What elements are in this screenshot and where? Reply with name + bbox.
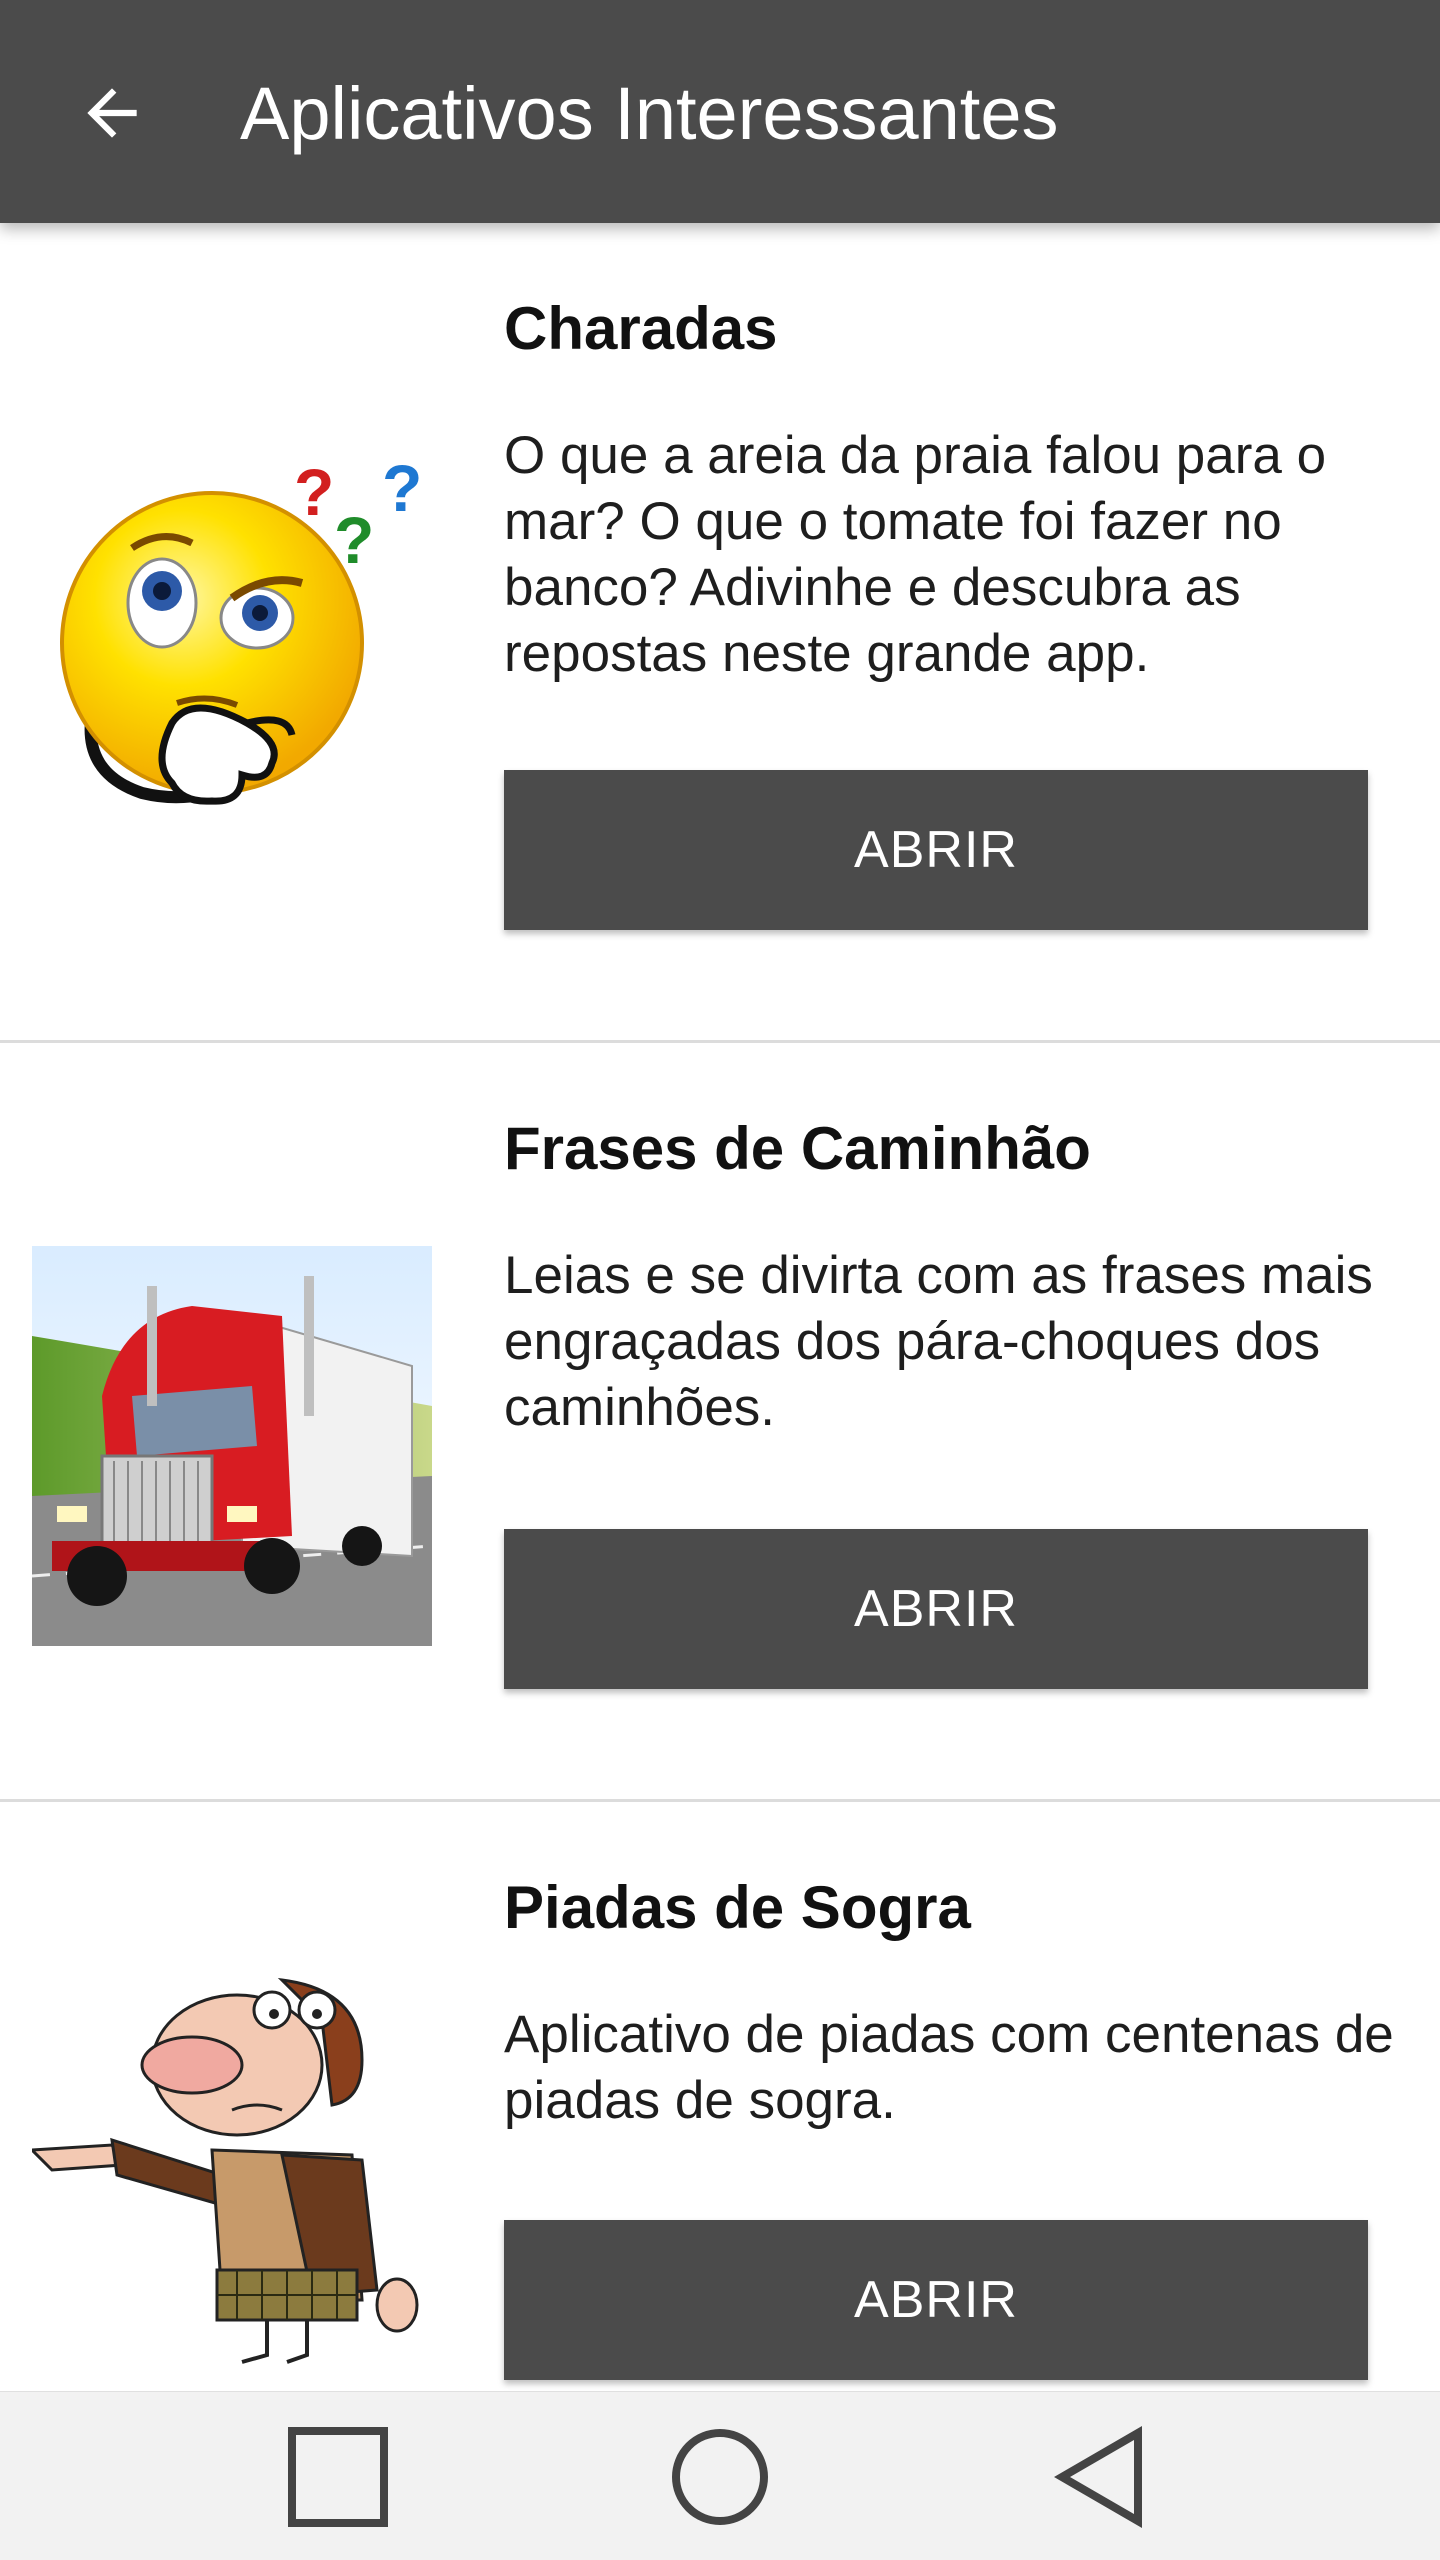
item-description: Aplicativo de piadas com centenas de pia… [504,2005,1394,2130]
item-description: Leias e se divirta com as frases mais en… [504,1246,1373,1437]
arrow-left-icon [87,88,137,138]
thinking-smiley-icon: ? ? ? [32,423,432,823]
circle-icon [672,2429,768,2525]
recents-button[interactable] [273,2412,403,2542]
open-frases-de-caminhao-button[interactable]: ABRIR [504,1529,1368,1689]
system-navigation-bar [0,2391,1440,2560]
screen: Aplicativos Interessantes ? ? ? Charadas… [0,0,1440,2560]
back-button[interactable] [62,58,162,168]
svg-text:?: ? [294,455,334,529]
red-truck-photo [31,1246,433,1646]
page-title: Aplicativos Interessantes [240,72,1059,155]
nav-back-button[interactable] [1037,2412,1167,2542]
item-description: O que a areia da praia falou para o mar?… [504,426,1327,683]
triangle-back-icon [1054,2426,1142,2528]
item-title: Piadas de Sogra [504,1874,971,1941]
list-item-piadas-de-sogra: Piadas de Sogra Aplicativo de piadas com… [0,1802,1440,2391]
open-charadas-button[interactable]: ABRIR [504,770,1368,930]
mother-in-law-cartoon [28,1970,432,2370]
app-list: ? ? ? Charadas O que a areia da praia fa… [0,223,1440,2391]
app-bar: Aplicativos Interessantes [0,0,1440,223]
open-piadas-de-sogra-button[interactable]: ABRIR [504,2220,1368,2380]
square-icon [288,2427,388,2527]
item-title: Charadas [504,295,778,362]
list-item-charadas: ? ? ? Charadas O que a areia da praia fa… [0,223,1440,1043]
list-item-frases-de-caminhao: Frases de Caminhão Leias e se divirta co… [0,1043,1440,1802]
svg-text:?: ? [382,451,422,525]
home-button[interactable] [655,2412,785,2542]
item-title: Frases de Caminhão [504,1115,1091,1182]
